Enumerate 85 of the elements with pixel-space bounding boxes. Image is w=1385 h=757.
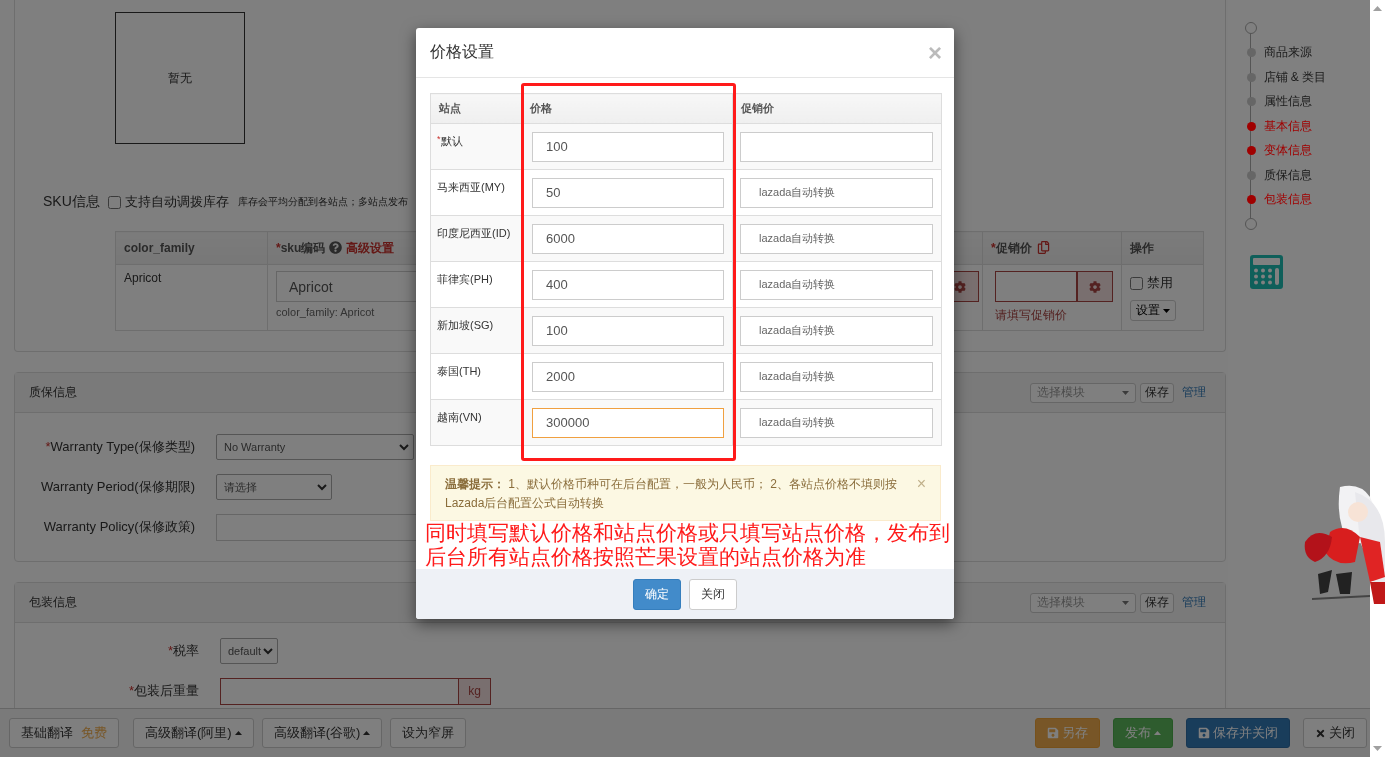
promo-price-field[interactable]: [995, 271, 1077, 302]
unit-addon: kg: [459, 677, 491, 705]
select-field[interactable]: No Warranty: [216, 434, 414, 460]
checkbox-label: 支持自动调拨库存: [124, 193, 229, 211]
annotation-text: 同时填写默认价格和站点价格或只填写站点价格，发布到后台所有站点价格按照芒果设置的站点价格为准: [425, 521, 951, 569]
dialog-button[interactable]: 关闭: [689, 578, 737, 610]
column-title: *促销价: [991, 240, 1032, 255]
site-cell: 新加坡(SG): [430, 307, 522, 354]
nav-link[interactable]: 商品来源: [1263, 44, 1312, 62]
chevron-icon: [399, 443, 409, 451]
site-cell: $^{*}$默认: [430, 123, 522, 170]
price-field[interactable]: 2000: [532, 361, 724, 392]
price-field[interactable]: 6000: [532, 223, 724, 254]
chevron-icon: [263, 647, 273, 655]
nav-link[interactable]: 店铺 & 类目: [1263, 68, 1327, 86]
site-cell: 越南(VN): [430, 399, 522, 446]
column-header: 站点: [430, 93, 522, 124]
toolbar-button[interactable]: 保存并关闭: [1186, 718, 1290, 748]
nav-link[interactable]: 质保信息: [1263, 166, 1312, 184]
calculator-icon[interactable]: [1250, 254, 1283, 289]
field-label: *包装后重量: [127, 682, 199, 700]
column-header: 操作: [1121, 231, 1204, 265]
settings-dropdown[interactable]: 设置: [1130, 300, 1176, 321]
chevron-icon: [317, 483, 327, 491]
save-icon: [1198, 727, 1210, 739]
caret-icon: [1122, 390, 1129, 395]
help-icon: [329, 240, 343, 254]
toolbar-button[interactable]: 基础翻译 免费: [9, 718, 119, 748]
site-cell: 印度尼西亚(ID): [430, 215, 522, 262]
stock-note: 库存会平均分配到各站点；多站点发布: [237, 195, 408, 209]
site-cell: 菲律宾(PH): [430, 261, 522, 308]
save-button[interactable]: 保存: [1140, 382, 1174, 403]
promo-price-field[interactable]: lazada自动转换: [740, 269, 933, 300]
scroll-down-icon[interactable]: [1373, 746, 1382, 751]
site-cell: 泰国(TH): [430, 353, 522, 400]
column-title: *sku编码: [276, 240, 326, 255]
advanced-settings-link[interactable]: 高级设置: [346, 240, 395, 255]
table-cell: Apricot: [115, 264, 268, 331]
field-label: *Warranty Type(保修类型): [44, 438, 195, 456]
copy-icon[interactable]: [1036, 240, 1050, 254]
toolbar-button[interactable]: 关闭: [1303, 718, 1367, 748]
auto-stock-checkbox[interactable]: [107, 195, 121, 209]
toolbar-button[interactable]: 高级翻译(谷歌): [261, 718, 383, 748]
select-field[interactable]: 请选择: [216, 474, 332, 500]
column-header: color_family: [115, 231, 268, 265]
site-cell: 马来西亚(MY): [430, 169, 522, 216]
text-field[interactable]: [220, 677, 459, 705]
caret-icon: [1122, 600, 1129, 605]
close-icon: [1315, 727, 1326, 739]
save-button[interactable]: 保存: [1140, 592, 1174, 613]
price-field[interactable]: 300000: [532, 407, 724, 438]
gear-icon: [954, 280, 966, 293]
manage-link[interactable]: 管理: [1182, 594, 1206, 611]
column-header: 价格: [521, 93, 733, 124]
promo-price-field[interactable]: lazada自动转换: [740, 361, 933, 392]
promo-price-field[interactable]: lazada自动转换: [740, 407, 933, 438]
section-title: 质保信息: [29, 384, 78, 401]
price-field[interactable]: 400: [532, 269, 724, 300]
caret-icon: [1163, 308, 1170, 313]
disable-label: 禁用: [1147, 274, 1173, 292]
promo-price-field[interactable]: lazada自动转换: [740, 315, 933, 346]
tip-text: 温馨提示： 1、默认价格币种可在后台配置，一般为人民币； 2、各站点价格不填则按Lazada后台配置公式自动转换: [445, 477, 897, 510]
error-message: 请填写促销价: [995, 307, 1068, 324]
dialog-button[interactable]: 确定: [633, 578, 681, 610]
price-field[interactable]: 50: [532, 177, 724, 208]
sku-label: SKU信息: [43, 193, 100, 211]
gear-icon: [1088, 280, 1101, 293]
toolbar-button[interactable]: 设为窄屏: [390, 718, 467, 748]
dialog-title: 价格设置: [430, 42, 494, 62]
select-field[interactable]: default: [220, 638, 278, 664]
disable-checkbox[interactable]: [1130, 276, 1143, 290]
sku-hint: color_family: Apricot: [276, 306, 376, 318]
field-label: Warranty Policy(保修政策): [42, 518, 195, 536]
price-field[interactable]: 100: [532, 315, 724, 346]
image-upload-box[interactable]: 暂无: [115, 12, 245, 144]
save-icon: [1047, 727, 1059, 739]
field-label: *税率: [166, 642, 199, 660]
promo-price-field[interactable]: lazada自动转换: [740, 177, 933, 208]
promo-price-field[interactable]: lazada自动转换: [740, 223, 933, 254]
field-label: Warranty Period(保修期限): [39, 478, 195, 496]
scroll-up-icon[interactable]: [1373, 6, 1382, 11]
price-field[interactable]: 100: [532, 131, 724, 162]
nav-link[interactable]: 属性信息: [1263, 93, 1312, 111]
toolbar-button[interactable]: 高级翻译(阿里): [133, 718, 254, 748]
manage-link[interactable]: 管理: [1182, 384, 1206, 401]
